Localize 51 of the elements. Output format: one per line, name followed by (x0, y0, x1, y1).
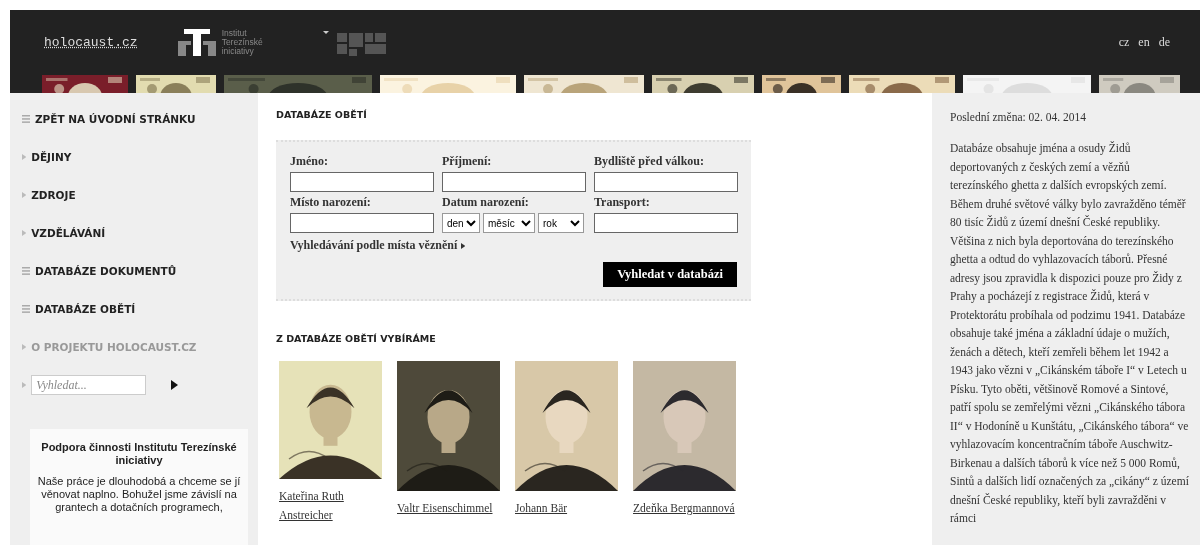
date-select[interactable]: měsíc (483, 213, 535, 233)
field-label: Datum narození: (442, 195, 530, 210)
nav-link[interactable]: DATABÁZE OBĚTÍ (22, 299, 258, 338)
text-field[interactable] (594, 172, 738, 192)
person-link[interactable]: Zdeňka Bergmannová (633, 499, 736, 518)
search-field[interactable]: Vyhledat... (31, 375, 147, 396)
site-link[interactable]: holocaust.cz (44, 35, 138, 50)
nav-link[interactable]: DĚJINY (22, 147, 258, 186)
section-title: Z DATABÁZE OBĚTÍ VYBÍRÁME (276, 333, 437, 344)
nav-link[interactable]: ZPĚT NA ÚVODNÍ STRÁNKU (22, 109, 258, 148)
support-text: Naše práce je dlouhodobá a chceme se jí věnovat naplno. Bohužel jsme závislí na grantech a dotačních programech, (36, 475, 242, 515)
field-label: Jméno: (290, 154, 329, 169)
list-icon (22, 114, 30, 123)
language-link[interactable]: cz (1118, 35, 1130, 50)
field-label: Transport: (594, 195, 651, 210)
institute-logo[interactable] (177, 29, 216, 56)
person-link[interactable]: Johann Bär (515, 499, 618, 518)
text-field[interactable] (290, 213, 434, 233)
arrow-icon (22, 382, 27, 389)
text-field[interactable] (290, 172, 434, 192)
text-field[interactable] (442, 172, 586, 192)
date-select[interactable]: rok (538, 213, 584, 233)
institute-name: Institut (221, 29, 248, 38)
language-link[interactable]: en (1138, 35, 1150, 50)
date-select[interactable]: den (442, 213, 480, 233)
language-link[interactable]: de (1158, 35, 1170, 50)
arrow-icon (22, 229, 27, 236)
nav-link[interactable]: ZDROJE (22, 185, 258, 224)
nav-link[interactable]: DATABÁZE DOKUMENTŮ (22, 261, 258, 300)
institute-name: iniciativy (221, 47, 255, 56)
institute-name: Terezínské (221, 38, 263, 47)
prison-search-link[interactable]: Vyhledávání podle místa věznění (290, 238, 458, 253)
arrow-icon (22, 343, 27, 350)
field-label: Příjmení: (442, 154, 493, 169)
field-label: Místo narození: (290, 195, 372, 210)
search-button[interactable]: Vyhledat v databázi (603, 262, 737, 287)
person-link[interactable]: Kateřina Ruth Anstreicher (279, 487, 382, 525)
last-change: Poslední změna: 02. 04. 2014 (950, 111, 1088, 123)
list-icon (22, 266, 30, 275)
person-link[interactable]: Valtr Eisenschimmel (397, 499, 500, 518)
arrow-icon (22, 191, 27, 198)
link-arrow-icon (461, 243, 466, 249)
arrow-icon (22, 153, 27, 160)
field-label: Bydliště před válkou: (594, 154, 705, 169)
list-icon (22, 304, 30, 313)
search-arrow-icon (171, 380, 179, 391)
description-text: Databáze obsahuje jména a osudy Židů deportovaných z českých zemí a vězňů terezínského ghetta z dalších evropských zemí. Během druhé světové války bylo zavražděno téměř 80 tisíc Židů z území dnešní České republiky. Většina z nich byla deportována do terezínského ghetta a odtud do vyhlazovacích táborů. Přesné adresy jsou zpravidla k dispozici pouze pro Židy z Prahy a pocházejí z registrace Židů, která v Protektorátu probíhala od podzimu 1941. Databáze obsahuje také jména a základní údaje o mužích, ženách a dětech, kteří zemřeli během let 1942 a 1943 jako vězni v „Cikánském táboře I“ v Letech u Písku. Tyto oběti, většinově Romové a Sintové, patří spolu se zemřelými vězni „Cikánského tábora II“ v Hodoníně u Kunštátu, „Cikánského tábora“ ve vyhlazovacím koncentračním táboře Auschwitz-Birkenau a dalších táborů k více než 5 000 Romů, Sintů a dalších lidí označených za „cikány“ z území dnešní České republiky, kteří byli zavražděni v rámci (950, 140, 1190, 526)
text-field[interactable] (594, 213, 738, 233)
page-title: DATABÁZE OBĚTÍ (276, 109, 368, 120)
support-title: Podpora činnosti Institutu Terezínské iniciativy (40, 441, 238, 468)
nav-link[interactable]: VZDĚLÁVÁNÍ (22, 223, 258, 262)
